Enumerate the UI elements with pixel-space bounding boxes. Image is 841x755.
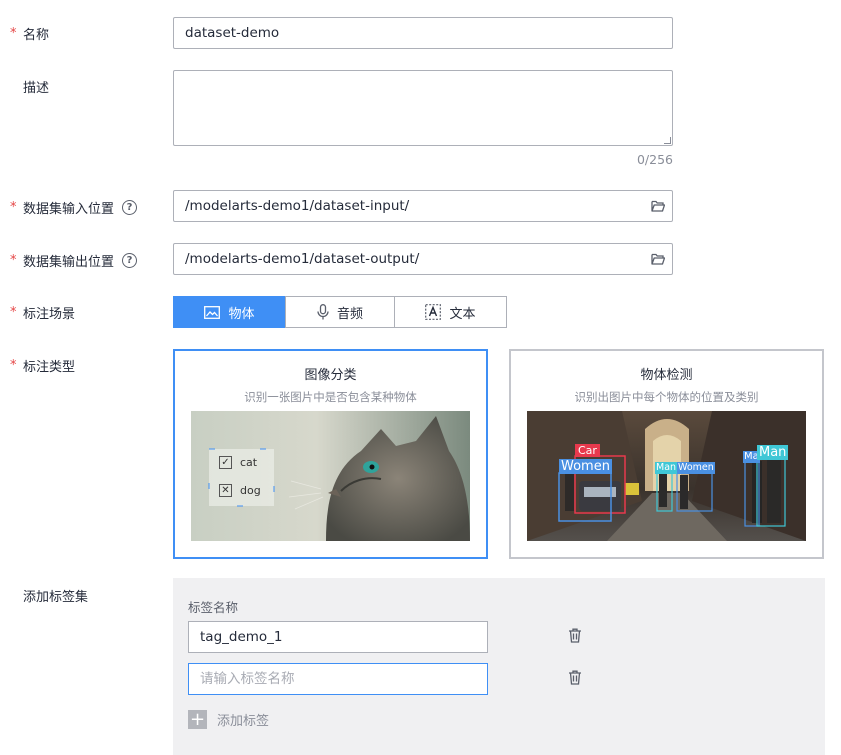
type-card-image-classification[interactable]: 图像分类 识别一张图片中是否包含某种物体 ✓ cat ✕ dog xyxy=(173,349,488,559)
tag-input[interactable] xyxy=(188,621,488,653)
scene-option-object[interactable]: 物体 xyxy=(173,296,286,328)
checkbox-crossed-icon: ✕ xyxy=(219,484,232,497)
microphone-icon xyxy=(317,304,329,320)
checkbox-checked-icon: ✓ xyxy=(219,456,232,469)
choice-dog: ✕ dog xyxy=(219,484,261,497)
choice-cat: ✓ cat xyxy=(219,456,257,469)
detection-label-women: Women xyxy=(559,459,612,474)
output-location-field[interactable] xyxy=(173,243,673,275)
detection-label-man-2: Man xyxy=(757,445,789,460)
scene-segmented-control: 物体 音频 文本 xyxy=(173,296,507,328)
classification-preview-image: ✓ cat ✕ dog xyxy=(191,411,470,541)
scene-label: * 标注场景 xyxy=(10,304,76,322)
trash-icon[interactable] xyxy=(568,670,582,685)
name-input[interactable] xyxy=(173,17,673,49)
output-location-label: * 数据集输出位置 ? xyxy=(10,251,138,270)
type-card-object-detection[interactable]: 物体检测 识别出图片中每个物体的位置及类别 Car Women Man Wome… xyxy=(509,349,824,559)
detection-preview-image: Car Women Man Women Ma Man xyxy=(527,411,806,541)
required-star: * xyxy=(10,357,17,373)
folder-open-icon[interactable] xyxy=(651,253,665,265)
card-title: 图像分类 xyxy=(304,368,357,383)
tag-name-header: 标签名称 xyxy=(188,600,239,615)
help-icon[interactable]: ? xyxy=(122,199,138,215)
required-star: * xyxy=(10,252,17,268)
name-label: * 名称 xyxy=(10,25,50,43)
tag-set-panel: 标签名称 + 添加标签 xyxy=(173,578,825,755)
input-location-field[interactable] xyxy=(173,190,673,222)
input-location-label: * 数据集输入位置 ? xyxy=(10,198,138,217)
required-star: * xyxy=(10,199,17,215)
help-icon[interactable]: ? xyxy=(122,252,138,268)
add-tag-button[interactable]: + 添加标签 xyxy=(188,710,269,729)
annotation-type-label: * 标注类型 xyxy=(10,357,76,375)
detection-label-car: Car xyxy=(575,444,600,457)
folder-open-icon[interactable] xyxy=(651,200,665,212)
detection-label-women-2: Women xyxy=(677,462,715,474)
scene-option-text[interactable]: 文本 xyxy=(394,296,507,328)
detection-label-man: Man xyxy=(655,462,678,474)
text-box-icon xyxy=(425,304,442,320)
resize-handle[interactable] xyxy=(664,137,671,144)
description-textarea[interactable] xyxy=(173,70,673,146)
scene-option-audio[interactable]: 音频 xyxy=(285,296,395,328)
description-label: 描述 xyxy=(23,80,50,96)
card-subtitle: 识别出图片中每个物体的位置及类别 xyxy=(574,390,759,404)
image-icon xyxy=(204,305,221,319)
tag-input[interactable] xyxy=(188,663,488,695)
description-char-counter: 0/256 xyxy=(636,152,673,167)
trash-icon[interactable] xyxy=(568,628,582,643)
card-subtitle: 识别一张图片中是否包含某种物体 xyxy=(244,390,417,404)
tag-set-label: 添加标签集 xyxy=(23,589,89,605)
plus-icon: + xyxy=(188,709,207,730)
required-star: * xyxy=(10,304,17,320)
required-star: * xyxy=(10,25,17,41)
card-title: 物体检测 xyxy=(640,368,693,383)
